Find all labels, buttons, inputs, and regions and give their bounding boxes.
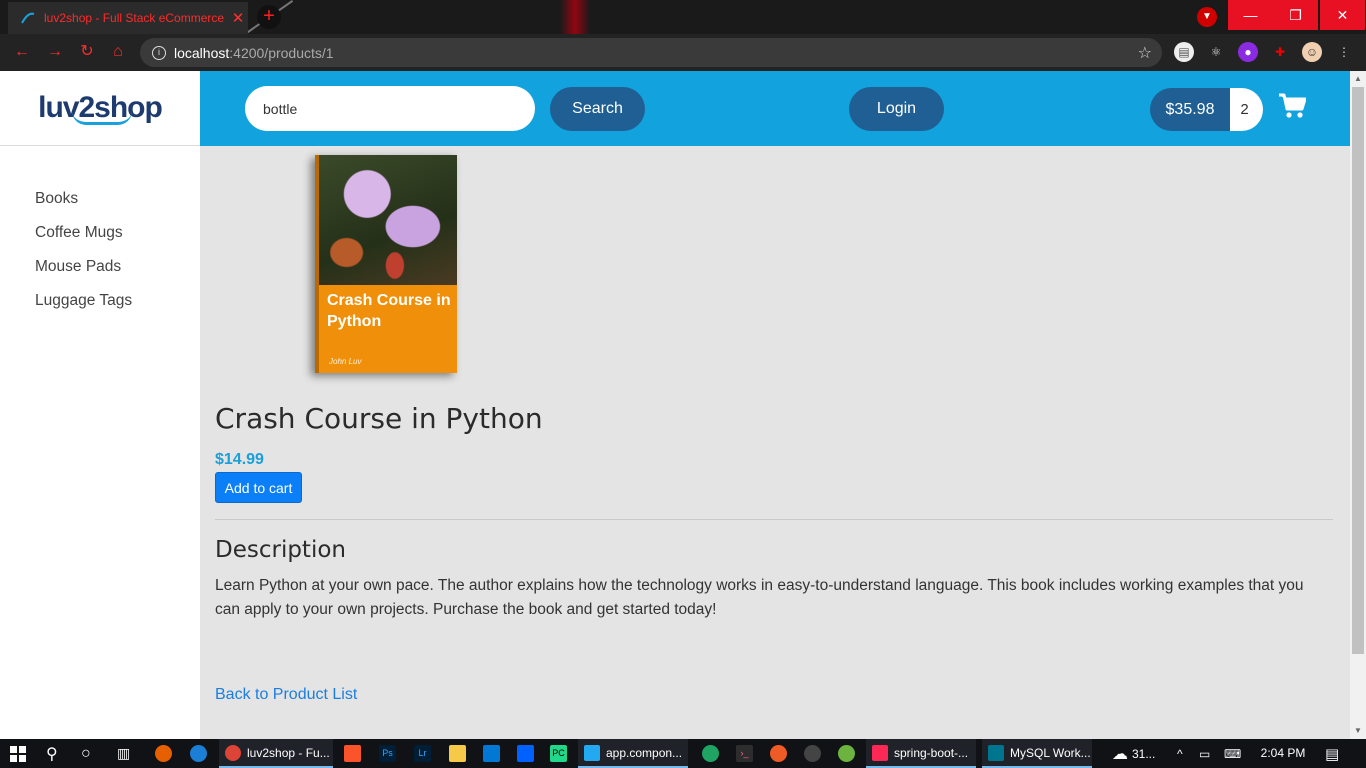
vscode-icon <box>584 744 600 761</box>
brave-icon[interactable] <box>344 745 361 762</box>
scrollbar-thumb[interactable] <box>1352 87 1364 654</box>
window-close-button[interactable]: ✕ <box>1320 0 1365 30</box>
browser-toolbar: ← → ↻ ⌂ i localhost:4200/products/1 ☆ ▤ … <box>0 34 1366 71</box>
cloud-icon: ☁ <box>1112 745 1128 763</box>
mysql-workbench-icon <box>988 744 1004 761</box>
spring-tools-icon[interactable] <box>838 745 855 762</box>
cart-total[interactable]: $35.98 <box>1150 88 1230 131</box>
logo-swoosh <box>72 111 132 125</box>
taskbar-app-vscode-label: app.compon... <box>606 745 683 760</box>
weather-temperature: 31... <box>1132 746 1156 761</box>
category-menu: Books Coffee Mugs Mouse Pads Luggage Tag… <box>35 189 132 325</box>
scroll-down-icon[interactable]: ▼ <box>1350 723 1366 739</box>
edge-icon[interactable] <box>190 745 207 762</box>
divider <box>215 519 1333 520</box>
bookmark-star-icon[interactable]: ☆ <box>1138 43 1152 63</box>
product-title: Crash Course in Python <box>215 402 543 435</box>
sidebar-item-mouse-pads[interactable]: Mouse Pads <box>35 257 132 291</box>
book-cover-author: John Luv <box>329 357 362 366</box>
login-button[interactable]: Login <box>849 87 944 131</box>
tab-title: luv2shop - Full Stack eCommerce <box>44 11 225 25</box>
taskbar-app-chrome-label: luv2shop - Fu... <box>247 745 330 760</box>
header: Search Login $35.98 2 <box>200 71 1350 146</box>
taskbar-app-chrome[interactable]: luv2shop - Fu... <box>219 739 333 768</box>
book-cover-photo <box>319 155 457 285</box>
windows-start-icon[interactable] <box>10 739 26 768</box>
book-cover-title: Crash Course in Python <box>327 292 451 330</box>
keyboard-icon[interactable]: ⌨ <box>1224 739 1241 768</box>
browser-tab-bar: luv2shop - Full Stack eCommerce ✕ + ▼ — … <box>0 0 1366 34</box>
back-to-product-list-link[interactable]: Back to Product List <box>215 686 357 704</box>
search-input[interactable] <box>245 86 535 131</box>
url-path: :4200/products/1 <box>229 44 334 61</box>
git-client-icon[interactable] <box>702 745 719 762</box>
reload-icon[interactable]: ↻ <box>77 42 97 62</box>
taskbar-app-intellij-label: spring-boot-... <box>894 745 969 760</box>
url-host: localhost <box>174 44 230 61</box>
postman-icon[interactable] <box>770 745 787 762</box>
shopping-cart-icon[interactable] <box>1278 93 1306 119</box>
firefox-icon[interactable] <box>155 745 172 762</box>
cart-quantity[interactable]: 2 <box>1230 88 1263 131</box>
app-icon[interactable] <box>804 745 821 762</box>
recording-indicator-icon[interactable]: ▼ <box>1197 7 1217 27</box>
wallpaper-streak <box>560 0 590 34</box>
extension-puzzle-icon[interactable]: ✚ <box>1270 42 1290 62</box>
new-tab-button[interactable]: + <box>257 5 281 29</box>
logo[interactable]: luv2shop <box>0 71 200 146</box>
browser-tab[interactable]: luv2shop - Full Stack eCommerce ✕ <box>8 2 248 34</box>
product-price: $14.99 <box>215 451 264 468</box>
cortana-icon[interactable]: ○ <box>81 739 91 768</box>
minimize-button[interactable]: — <box>1228 0 1273 30</box>
weather-widget[interactable]: ☁ 31... <box>1112 739 1155 768</box>
add-to-cart-button[interactable]: Add to cart <box>215 472 302 503</box>
taskbar: ⚲ ○ ▥ luv2shop - Fu... Ps Lr PC app.comp… <box>0 739 1366 768</box>
extension-docs-icon[interactable]: ▤ <box>1174 42 1194 62</box>
profile-avatar[interactable]: ☺ <box>1302 42 1322 62</box>
intellij-icon <box>872 744 888 761</box>
tab-favicon-icon <box>21 12 35 24</box>
pycharm-icon[interactable]: PC <box>550 745 567 762</box>
tab-close-icon[interactable]: ✕ <box>228 9 248 27</box>
sidebar-item-luggage-tags[interactable]: Luggage Tags <box>35 291 132 325</box>
site-info-icon[interactable]: i <box>152 45 166 60</box>
product-description: Learn Python at your own pace. The autho… <box>215 577 1304 618</box>
home-icon[interactable]: ⌂ <box>108 42 128 62</box>
scroll-up-icon[interactable]: ▲ <box>1350 71 1366 87</box>
sidebar: luv2shop Books Coffee Mugs Mouse Pads Lu… <box>0 71 200 739</box>
taskbar-app-mysql[interactable]: MySQL Work... <box>982 739 1092 768</box>
search-button[interactable]: Search <box>550 87 645 131</box>
web-page: luv2shop Books Coffee Mugs Mouse Pads Lu… <box>0 71 1350 739</box>
forward-arrow-icon[interactable]: → <box>45 42 65 62</box>
battery-icon[interactable]: ▭ <box>1199 739 1210 768</box>
product-image: Crash Course in Python John Luv <box>315 155 457 373</box>
terminal-icon[interactable]: ›_ <box>736 745 753 762</box>
notifications-icon[interactable]: ▤ <box>1325 739 1339 768</box>
tray-chevron-icon[interactable]: ^ <box>1177 739 1183 768</box>
photoshop-icon[interactable]: Ps <box>379 745 396 762</box>
mail-icon[interactable] <box>483 745 500 762</box>
page-scrollbar[interactable]: ▲ ▼ <box>1350 71 1366 739</box>
taskbar-app-vscode[interactable]: app.compon... <box>578 739 688 768</box>
description-heading: Description <box>215 537 346 563</box>
extension-purple-icon[interactable]: ● <box>1238 42 1258 62</box>
search-icon[interactable]: ⚲ <box>46 739 58 768</box>
sidebar-item-books[interactable]: Books <box>35 189 132 223</box>
browser-menu-icon[interactable]: ⋮ <box>1334 42 1354 62</box>
lightroom-icon[interactable]: Lr <box>414 745 431 762</box>
sidebar-item-coffee-mugs[interactable]: Coffee Mugs <box>35 223 132 257</box>
back-arrow-icon[interactable]: ← <box>12 42 32 62</box>
taskbar-app-intellij[interactable]: spring-boot-... <box>866 739 976 768</box>
extension-react-icon[interactable]: ⚛ <box>1206 42 1226 62</box>
chrome-icon <box>225 744 241 761</box>
taskbar-app-mysql-label: MySQL Work... <box>1010 745 1091 760</box>
address-bar[interactable]: i localhost:4200/products/1 ☆ <box>140 38 1162 67</box>
clock[interactable]: 2:04 PM <box>1255 739 1311 768</box>
task-view-icon[interactable]: ▥ <box>117 739 130 768</box>
maximize-button[interactable]: ❐ <box>1273 0 1318 30</box>
dropbox-icon[interactable] <box>517 745 534 762</box>
file-explorer-icon[interactable] <box>449 745 466 762</box>
